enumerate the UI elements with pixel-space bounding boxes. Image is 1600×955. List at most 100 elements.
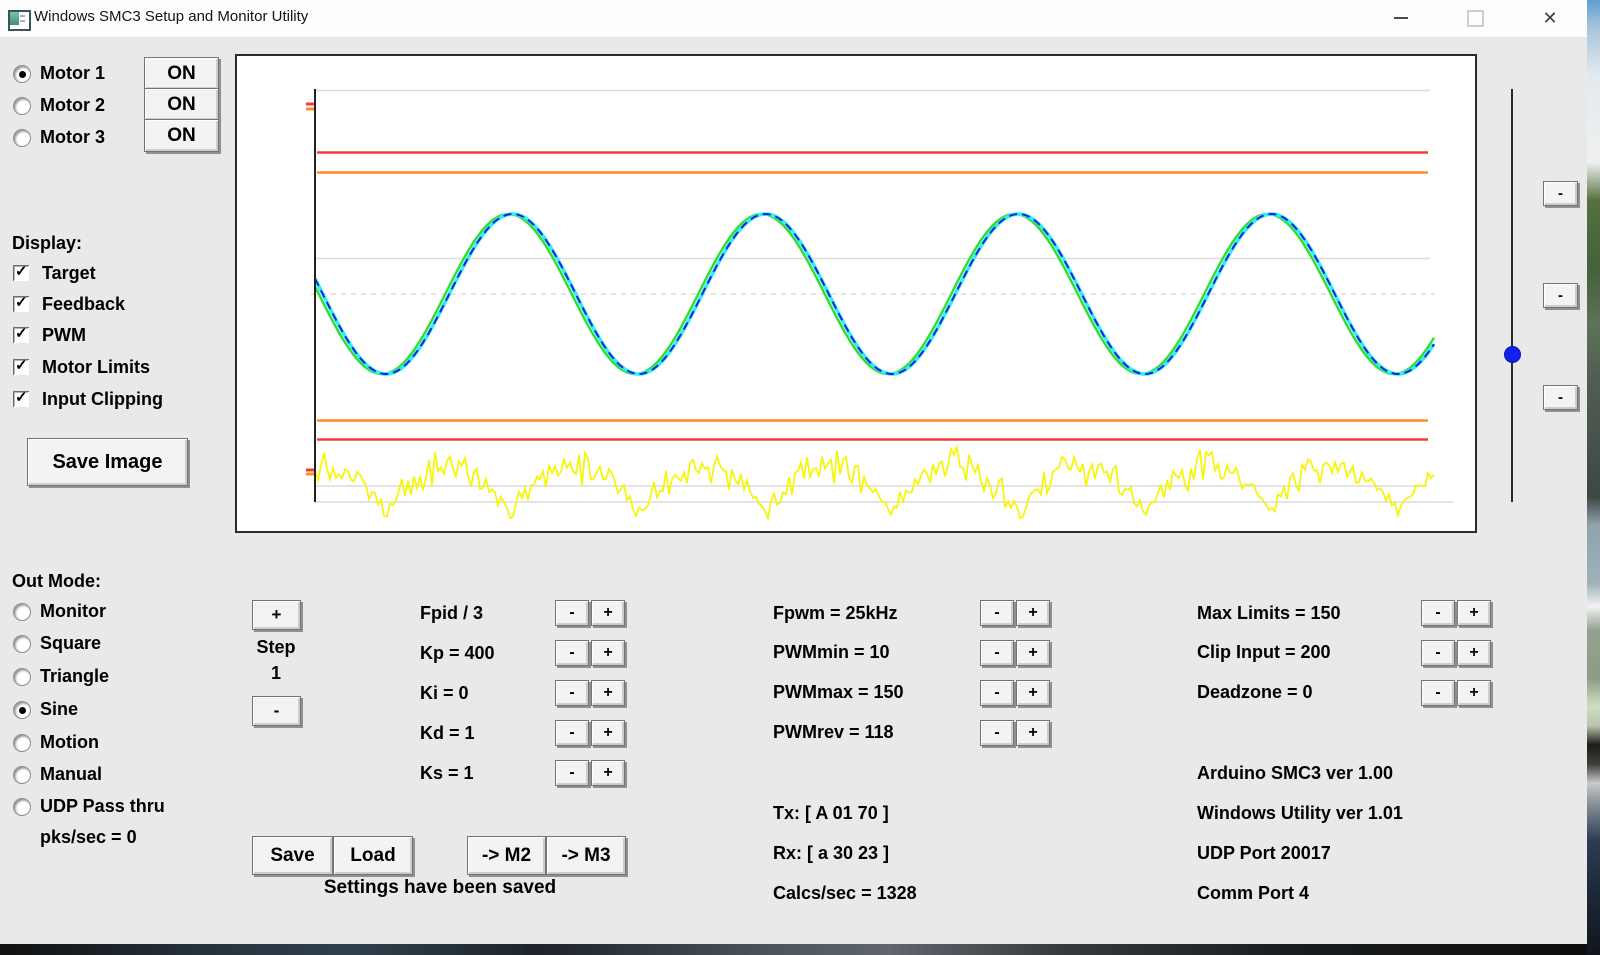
maximize-icon	[1466, 9, 1484, 27]
step-value: 1	[270, 663, 281, 683]
ki-value: Ki = 0	[420, 683, 469, 703]
out-mode-sine-label: Sine	[40, 699, 79, 719]
target-checkbox[interactable]: ✓	[13, 263, 29, 281]
out-mode-manual-radio[interactable]	[13, 766, 31, 784]
scope-traces	[306, 89, 1453, 522]
close-button[interactable]: ✕	[1535, 5, 1565, 31]
out-mode-monitor-label: Monitor	[40, 601, 106, 621]
deadzone-minus-button[interactable]: -	[1421, 680, 1455, 706]
pwmrev-value: PWMrev = 118	[773, 722, 894, 742]
kd-plus-button[interactable]: +	[591, 720, 625, 746]
slider-mid-minus-button[interactable]: -	[1543, 283, 1578, 308]
step-label: Step	[256, 637, 296, 657]
pks-per-sec-value: pks/sec = 0	[40, 827, 137, 847]
manual-slider-thumb[interactable]	[1504, 346, 1521, 363]
title-bar: Windows SMC3 Setup and Monitor Utility ✕	[0, 0, 1587, 38]
fpwm-plus-button[interactable]: +	[1016, 600, 1050, 626]
fpwm-minus-button[interactable]: -	[980, 600, 1014, 626]
input-clipping-checkbox-label: Input Clipping	[42, 389, 163, 409]
ki-plus-button[interactable]: +	[591, 680, 625, 706]
feedback-checkbox-label: Feedback	[42, 294, 126, 314]
check-icon: ✓	[15, 389, 28, 406]
kp-value: Kp = 400	[420, 643, 495, 663]
motor1-label: Motor 1	[40, 63, 105, 83]
pwmmin-minus-button[interactable]: -	[980, 640, 1014, 666]
pwmmin-value: PWMmin = 10	[773, 642, 890, 662]
motor-limits-checkbox[interactable]: ✓	[13, 357, 29, 375]
taskbar-strip	[0, 944, 1587, 955]
kp-minus-button[interactable]: -	[555, 640, 589, 666]
max-limits-value: Max Limits = 150	[1197, 603, 1341, 623]
close-icon: ✕	[1542, 8, 1558, 28]
ks-plus-button[interactable]: +	[591, 760, 625, 786]
clip-input-plus-button[interactable]: +	[1457, 640, 1491, 666]
motor2-on-button[interactable]: ON	[144, 88, 219, 121]
copy-to-m3-button[interactable]: -> M3	[546, 836, 626, 875]
pwmmax-minus-button[interactable]: -	[980, 680, 1014, 706]
motor2-radio[interactable]	[13, 97, 31, 115]
save-button[interactable]: Save	[252, 836, 333, 875]
minimize-button[interactable]	[1386, 5, 1416, 31]
motor3-radio[interactable]	[13, 129, 31, 147]
scope-chart	[235, 54, 1477, 533]
max-limits-minus-button[interactable]: -	[1421, 600, 1455, 626]
out-mode-sine-radio[interactable]	[13, 701, 31, 719]
pwmrev-minus-button[interactable]: -	[980, 720, 1014, 746]
motor1-radio[interactable]	[13, 65, 31, 83]
out-mode-section-label: Out Mode:	[12, 571, 101, 591]
rx-value: Rx: [ a 30 23 ]	[773, 843, 890, 863]
pwmrev-plus-button[interactable]: +	[1016, 720, 1050, 746]
max-limits-plus-button[interactable]: +	[1457, 600, 1491, 626]
out-mode-monitor-radio[interactable]	[13, 603, 31, 621]
minimize-icon	[1394, 17, 1408, 19]
target-checkbox-label: Target	[42, 263, 96, 283]
kd-minus-button[interactable]: -	[555, 720, 589, 746]
save-image-button[interactable]: Save Image	[27, 438, 188, 486]
out-mode-square-radio[interactable]	[13, 635, 31, 653]
out-mode-triangle-radio[interactable]	[13, 668, 31, 686]
app-icon-pane	[10, 12, 19, 25]
tx-value: Tx: [ A 01 70 ]	[773, 803, 889, 823]
display-section-label: Display:	[12, 233, 83, 253]
load-button[interactable]: Load	[333, 836, 413, 875]
ki-minus-button[interactable]: -	[555, 680, 589, 706]
desktop-wallpaper-strip	[1587, 0, 1600, 955]
arduino-version-label: Arduino SMC3 ver 1.00	[1197, 763, 1394, 783]
pwmmax-plus-button[interactable]: +	[1016, 680, 1050, 706]
slider-bottom-minus-button[interactable]: -	[1543, 385, 1578, 410]
step-minus-button[interactable]: -	[252, 696, 301, 726]
fpid-value: Fpid / 3	[420, 603, 483, 623]
motor3-label: Motor 3	[40, 127, 105, 147]
out-mode-motion-label: Motion	[40, 732, 99, 752]
pwmmax-value: PWMmax = 150	[773, 682, 904, 702]
fpid-plus-button[interactable]: +	[591, 600, 625, 626]
out-mode-manual-label: Manual	[40, 764, 103, 784]
settings-status-text: Settings have been saved	[323, 877, 557, 898]
pwmmin-plus-button[interactable]: +	[1016, 640, 1050, 666]
clip-input-minus-button[interactable]: -	[1421, 640, 1455, 666]
motor3-on-button[interactable]: ON	[144, 119, 219, 152]
kd-value: Kd = 1	[420, 723, 475, 743]
deadzone-plus-button[interactable]: +	[1457, 680, 1491, 706]
ks-minus-button[interactable]: -	[555, 760, 589, 786]
udp-port-label: UDP Port 20017	[1197, 843, 1331, 863]
out-mode-square-label: Square	[40, 633, 102, 653]
window-title: Windows SMC3 Setup and Monitor Utility	[34, 8, 309, 25]
feedback-checkbox[interactable]: ✓	[13, 294, 29, 312]
input-clipping-checkbox[interactable]: ✓	[13, 389, 29, 407]
kp-plus-button[interactable]: +	[591, 640, 625, 666]
out-mode-motion-radio[interactable]	[13, 734, 31, 752]
windows-utility-version-label: Windows Utility ver 1.01	[1197, 803, 1403, 823]
step-plus-button[interactable]: +	[252, 600, 301, 630]
maximize-button[interactable]	[1460, 5, 1490, 31]
motor1-on-button[interactable]: ON	[144, 57, 219, 90]
deadzone-value: Deadzone = 0	[1197, 682, 1313, 702]
manual-slider-track[interactable]	[1511, 89, 1513, 502]
slider-top-minus-button[interactable]: -	[1543, 181, 1578, 206]
copy-to-m2-button[interactable]: -> M2	[467, 836, 546, 875]
pwm-checkbox-label: PWM	[42, 325, 86, 345]
out-mode-udp-radio[interactable]	[13, 798, 31, 816]
fpid-minus-button[interactable]: -	[555, 600, 589, 626]
pwm-checkbox[interactable]: ✓	[13, 325, 29, 343]
check-icon: ✓	[15, 263, 28, 280]
